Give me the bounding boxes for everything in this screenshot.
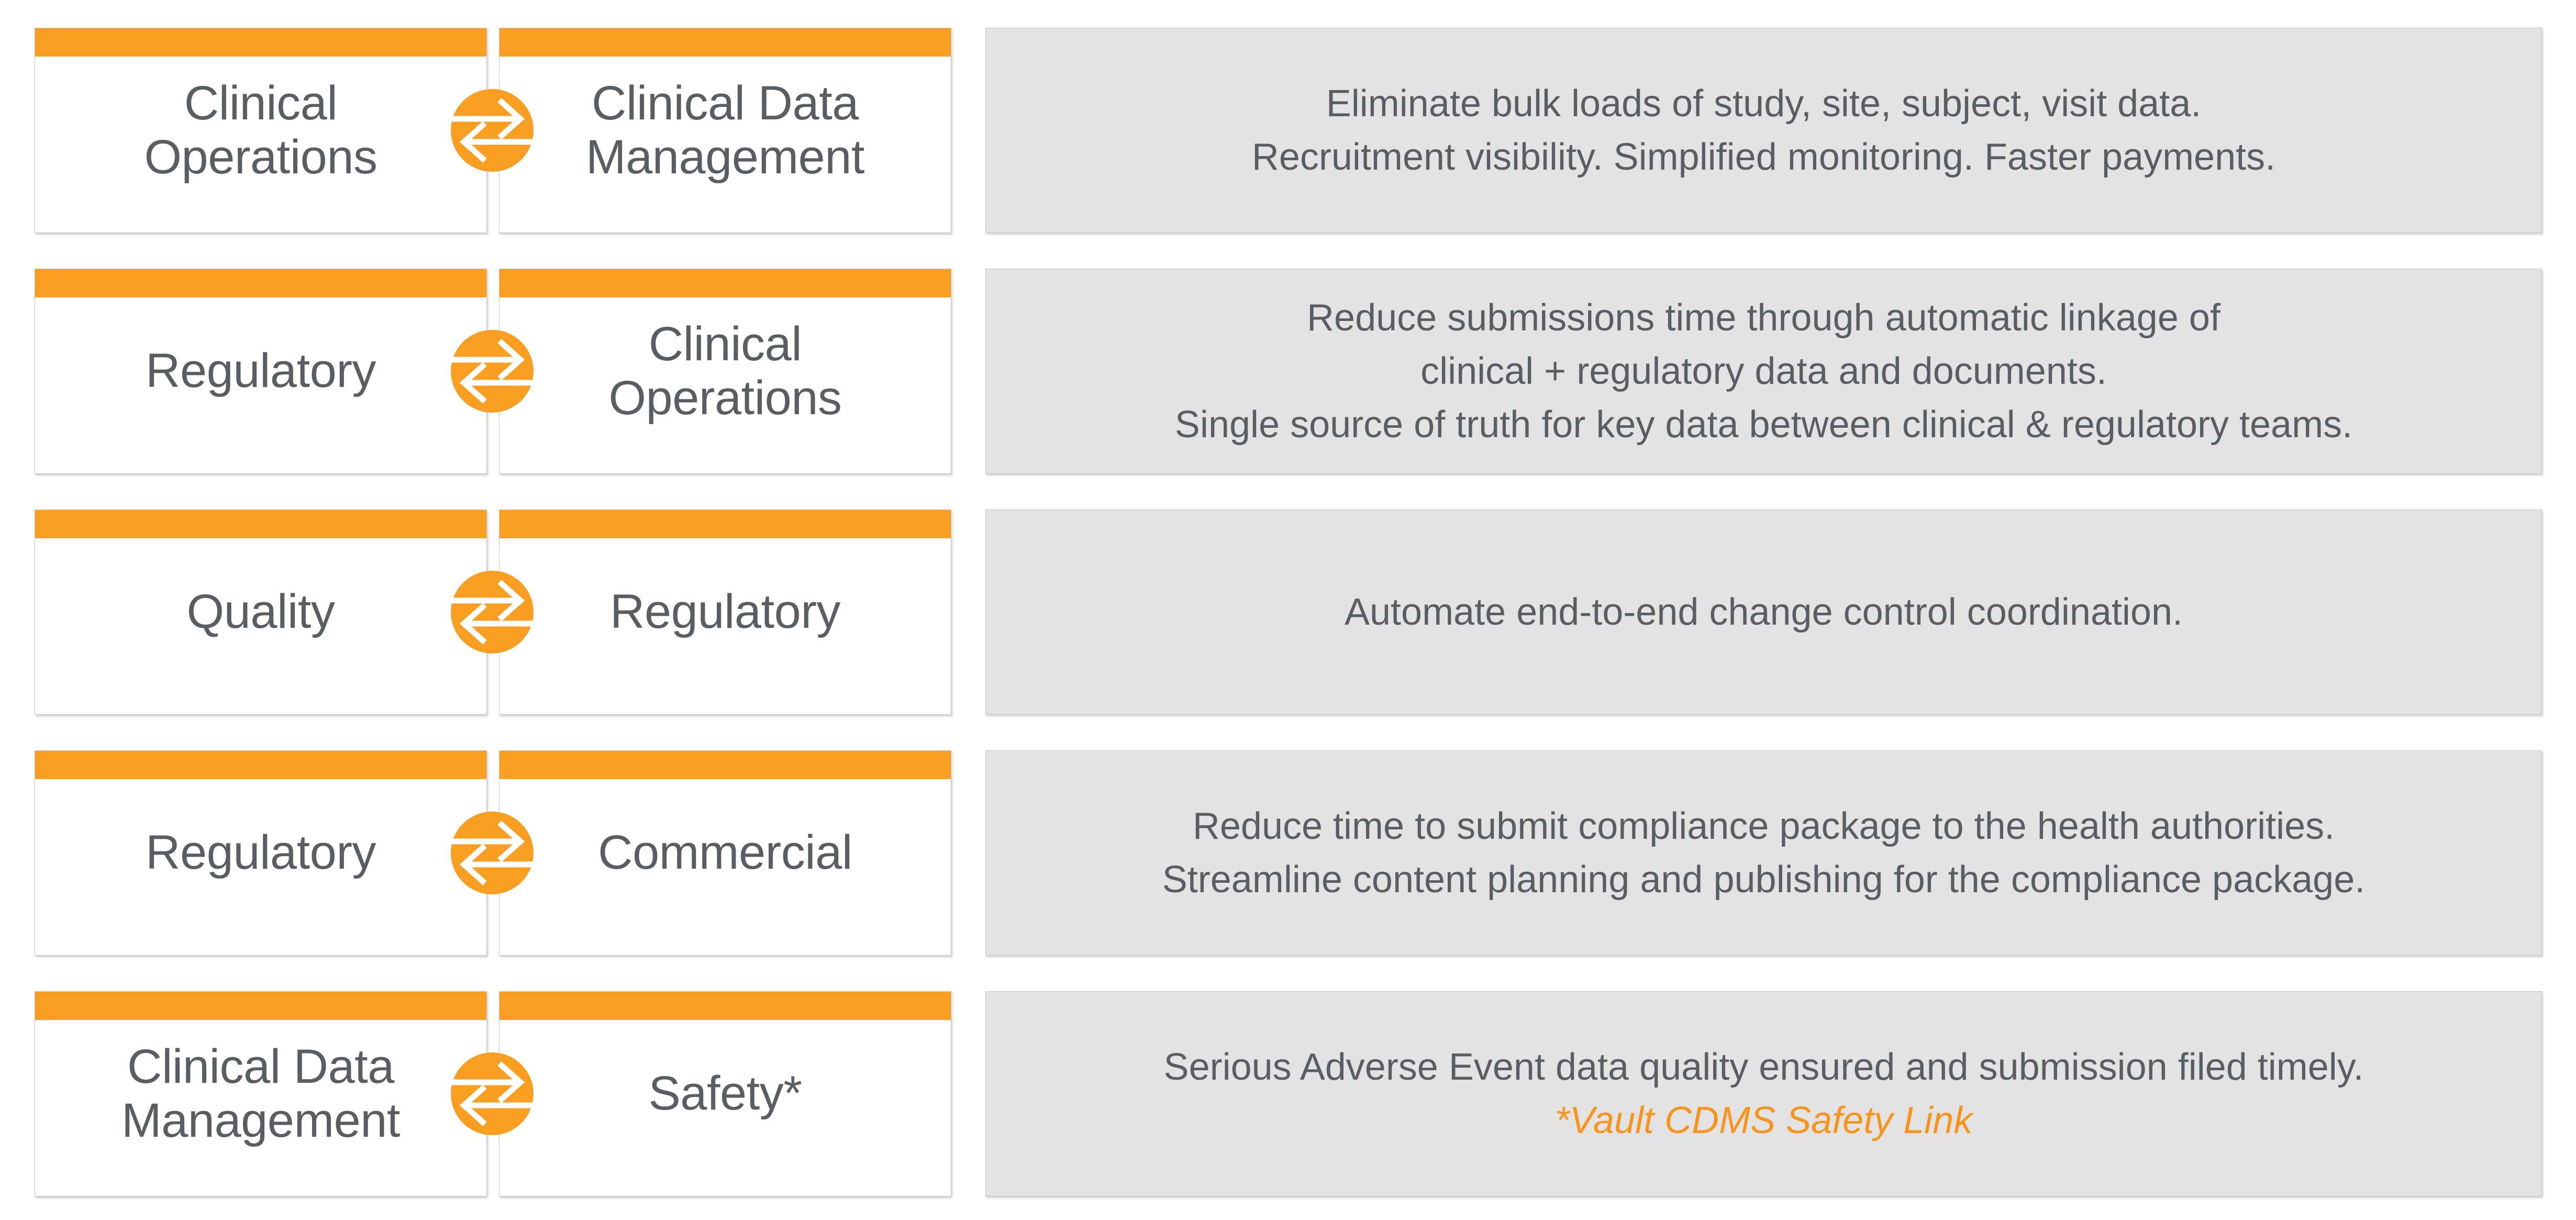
department-card-target[interactable]: Safety* — [499, 991, 951, 1196]
benefit-description-line: clinical + regulatory data and documents… — [1420, 350, 2107, 392]
benefit-description-panel: Reduce time to submit compliance package… — [985, 750, 2542, 956]
benefit-row: Clinical Data Management Safety* Serious A… — [0, 991, 2576, 1196]
exchange-arrows-icon — [450, 88, 534, 172]
department-pair: Quality Regulatory — [35, 509, 951, 715]
department-card-source[interactable]: Quality — [35, 509, 487, 715]
benefit-description-line: Reduce time to submit compliance package… — [1192, 805, 2335, 847]
benefit-description-panel: Serious Adverse Event data quality ensur… — [985, 991, 2542, 1196]
department-card-label: Regulatory — [146, 344, 376, 398]
exchange-arrows-icon — [450, 570, 534, 654]
department-pair: Clinical Operations Clinical Data Managem… — [35, 28, 951, 233]
department-card-source[interactable]: Clinical Data Management — [35, 991, 487, 1196]
department-card-target[interactable]: Clinical Operations — [499, 269, 951, 474]
card-accent-bar — [35, 510, 486, 538]
department-card-label: Quality — [186, 585, 335, 639]
benefit-description-panel: Automate end-to-end change control coord… — [985, 509, 2542, 715]
card-accent-bar — [35, 269, 486, 297]
department-card-label: Clinical Operations — [608, 317, 842, 425]
benefit-row: Quality Regulatory Automate end-to-end cha… — [0, 509, 2576, 715]
department-card-label: Clinical Operations — [144, 76, 377, 184]
benefit-description-line: Eliminate bulk loads of study, site, sub… — [1326, 82, 2202, 125]
benefit-row: Clinical Operations Clinical Data Managem… — [0, 28, 2576, 233]
card-accent-bar — [499, 751, 951, 779]
department-card-source[interactable]: Clinical Operations — [35, 28, 487, 233]
benefit-description-line: Streamline content planning and publishi… — [1162, 859, 2366, 901]
benefit-description-line: Automate end-to-end change control coord… — [1344, 591, 2183, 633]
benefit-description-panel: Eliminate bulk loads of study, site, sub… — [985, 28, 2542, 233]
benefit-description-line: Recruitment visibility. Simplified monit… — [1251, 136, 2276, 178]
department-pair: Regulatory Clinical Operations — [35, 269, 951, 474]
department-card-target[interactable]: Clinical Data Management — [499, 28, 951, 233]
card-accent-bar — [499, 28, 951, 57]
card-accent-bar — [499, 992, 951, 1020]
department-card-label: Safety* — [648, 1067, 802, 1121]
department-card-label: Regulatory — [146, 826, 376, 880]
benefit-description-line: Single source of truth for key data betw… — [1174, 404, 2353, 446]
card-accent-bar — [499, 269, 951, 297]
exchange-arrows-icon — [450, 329, 534, 413]
benefit-description-line: Serious Adverse Event data quality ensur… — [1163, 1046, 2364, 1088]
benefit-description-line: Reduce submissions time through automati… — [1307, 296, 2220, 339]
department-card-source[interactable]: Regulatory — [35, 269, 487, 474]
department-card-label: Regulatory — [610, 585, 840, 639]
card-accent-bar — [35, 751, 486, 779]
benefit-rows-board: Clinical Operations Clinical Data Managem… — [0, 0, 2576, 1220]
department-pair: Clinical Data Management Safety* — [35, 991, 951, 1196]
card-accent-bar — [499, 510, 951, 538]
benefit-description-panel: Reduce submissions time through automati… — [985, 269, 2542, 474]
department-card-source[interactable]: Regulatory — [35, 750, 487, 956]
exchange-arrows-icon — [450, 811, 534, 895]
department-card-label: Clinical Data Management — [586, 76, 865, 184]
department-card-label: Clinical Data Management — [121, 1039, 401, 1147]
department-card-label: Commercial — [598, 826, 852, 880]
benefit-row: Regulatory Clinical Operations Reduce subm… — [0, 269, 2576, 474]
department-pair: Regulatory Commercial — [35, 750, 951, 956]
card-accent-bar — [35, 992, 486, 1020]
benefit-row: Regulatory Commercial Reduce time to submi… — [0, 750, 2576, 956]
department-card-target[interactable]: Commercial — [499, 750, 951, 956]
department-card-target[interactable]: Regulatory — [499, 509, 951, 715]
exchange-arrows-icon — [450, 1052, 534, 1136]
card-accent-bar — [35, 28, 486, 57]
benefit-footnote: *Vault CDMS Safety Link — [1555, 1100, 1973, 1141]
